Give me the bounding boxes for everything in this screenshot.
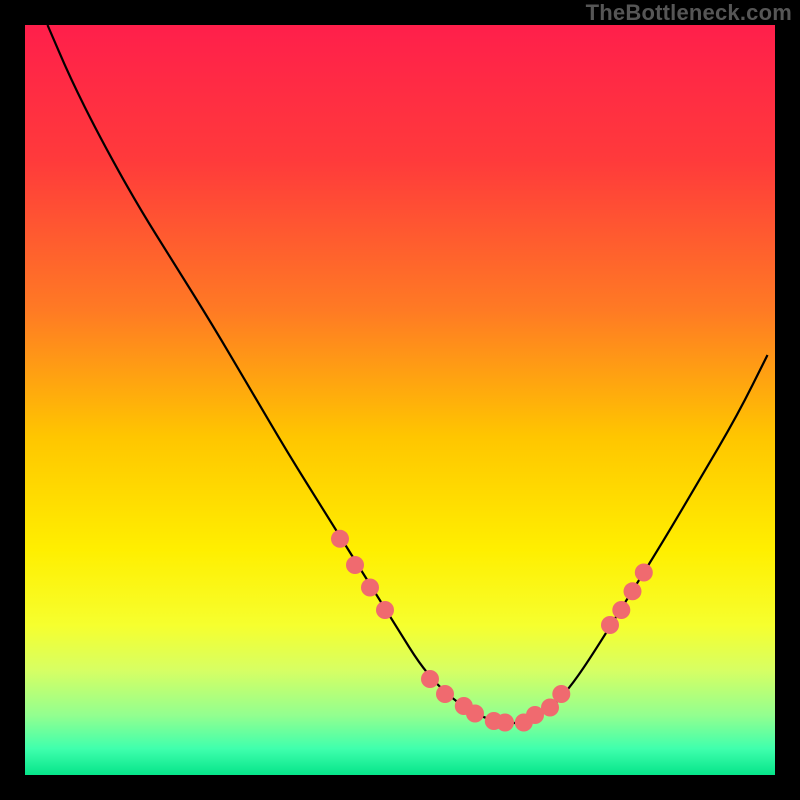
marker-dot <box>376 601 394 619</box>
gradient-background <box>25 25 775 775</box>
marker-dot <box>552 685 570 703</box>
marker-dot <box>601 616 619 634</box>
marker-dot <box>361 579 379 597</box>
marker-dot <box>496 714 514 732</box>
marker-dot <box>624 582 642 600</box>
marker-dot <box>635 564 653 582</box>
marker-dot <box>436 685 454 703</box>
chart-canvas <box>0 0 800 800</box>
marker-dot <box>331 530 349 548</box>
chart-frame: { "watermark": "TheBottleneck.com", "cha… <box>0 0 800 800</box>
marker-dot <box>346 556 364 574</box>
marker-dot <box>612 601 630 619</box>
marker-dot <box>421 670 439 688</box>
marker-dot <box>466 705 484 723</box>
